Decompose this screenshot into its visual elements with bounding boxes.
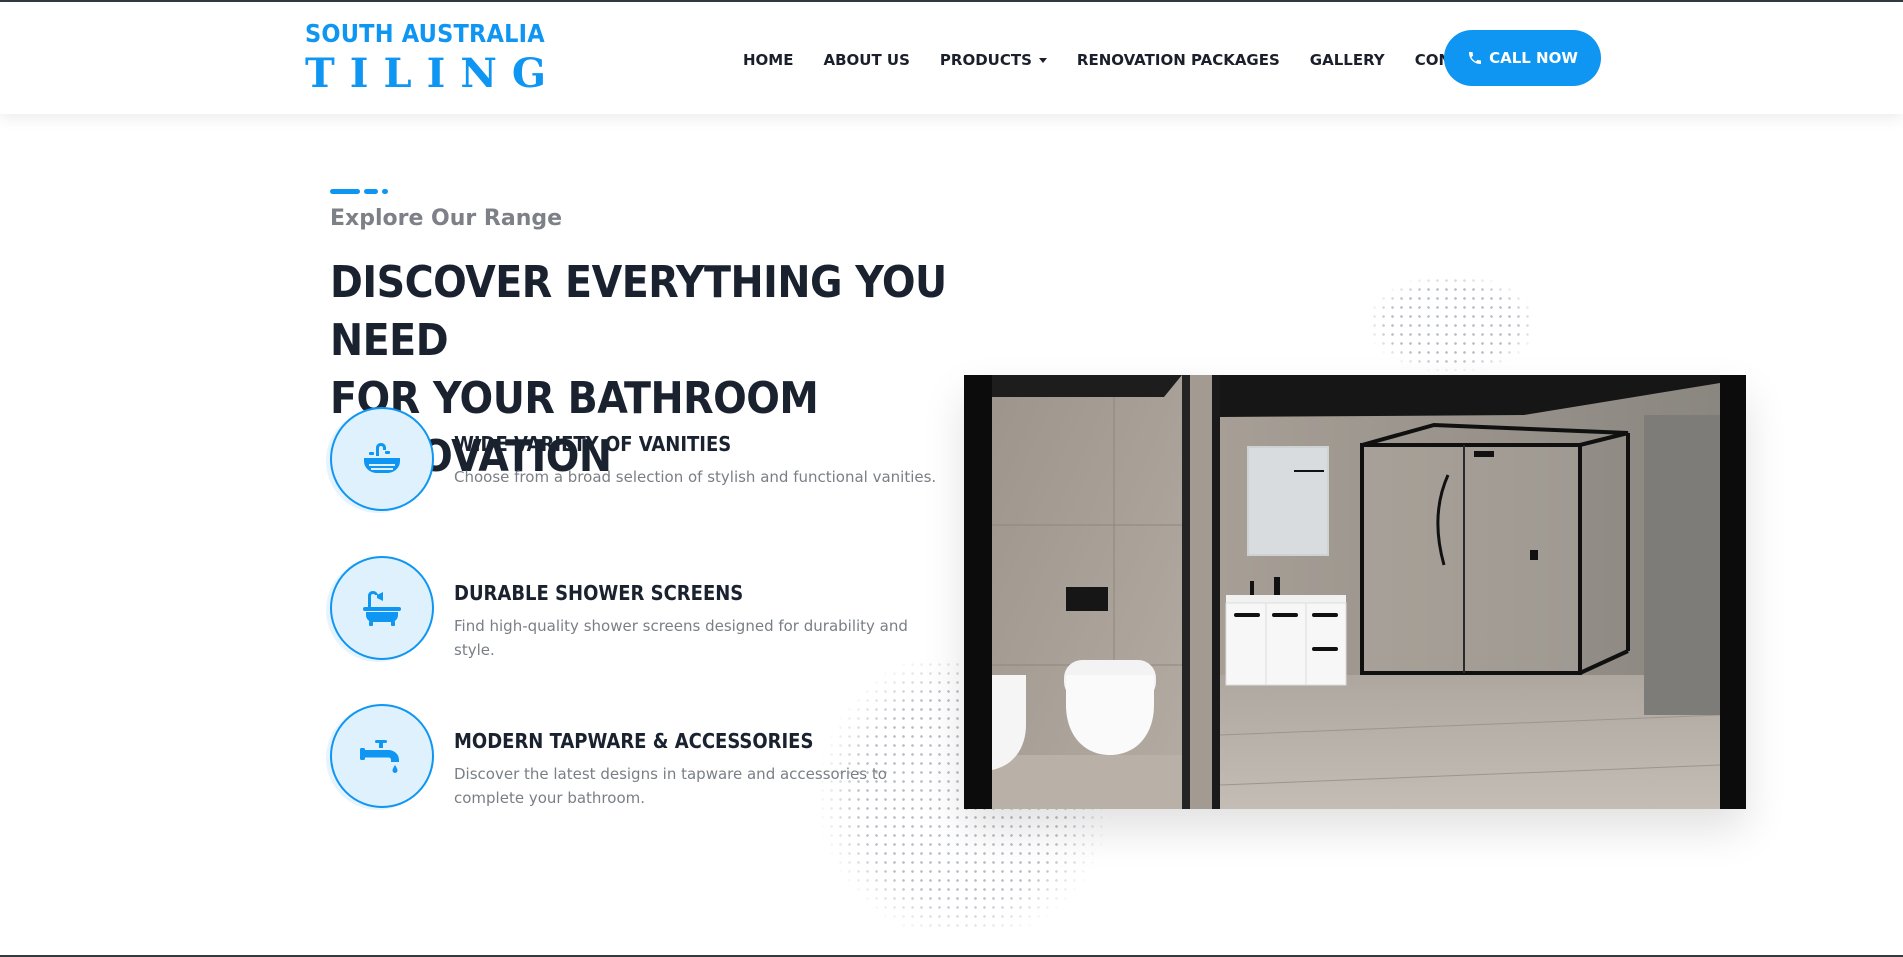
chevron-down-icon [1038, 57, 1047, 63]
feature-description: Choose from a broad selection of stylish… [454, 468, 937, 486]
feature-icon-circle [330, 704, 434, 808]
brand-line2: TILING [305, 50, 562, 97]
site-header: SOUTH AUSTRALIA TILING HOME ABOUT US PRO… [0, 2, 1903, 114]
feature-icon-circle [330, 407, 434, 511]
bathroom-interior-photo [964, 375, 1746, 809]
feature-title: DURABLE SHOWER SCREENS [454, 581, 744, 605]
bathtub-shower-icon [363, 591, 401, 626]
feature-icon-circle [330, 556, 434, 660]
feature-description: Find high-quality shower screens designe… [454, 617, 908, 659]
bathroom-illustration [964, 375, 1746, 809]
feature-description: Discover the latest designs in tapware a… [454, 765, 887, 807]
nav-label: ABOUT US [823, 51, 910, 69]
call-now-label: CALL NOW [1489, 49, 1578, 67]
brand-logo[interactable]: SOUTH AUSTRALIA TILING [305, 20, 561, 96]
feature-title: MODERN TAPWARE & ACCESSORIES [454, 729, 814, 753]
nav-item-about-us[interactable]: ABOUT US [823, 51, 909, 69]
faucet-icon [360, 740, 399, 773]
main-nav: HOME ABOUT US PRODUCTS RENOVATION PACKAG… [743, 32, 1523, 88]
nav-item-gallery[interactable]: GALLERY [1310, 51, 1385, 69]
dot-pattern-decoration [1370, 276, 1535, 371]
nav-label: HOME [743, 51, 794, 69]
section-eyebrow: Explore Our Range [330, 206, 563, 231]
phone-icon [1469, 52, 1482, 64]
nav-label: RENOVATION PACKAGES [1076, 51, 1280, 69]
call-now-button[interactable]: CALL NOW [1444, 30, 1601, 86]
brand-line1: SOUTH AUSTRALIA [305, 19, 545, 48]
vanity-sink-icon [364, 443, 400, 473]
nav-item-home[interactable]: HOME [743, 51, 793, 69]
nav-label: GALLERY [1309, 51, 1385, 69]
feature-title: WIDE VARIETY OF VANITIES [454, 432, 732, 456]
feature-vanities: WIDE VARIETY OF VANITIES Choose from a b… [330, 407, 950, 517]
accent-dashes [330, 189, 388, 194]
nav-label: PRODUCTS [939, 51, 1032, 69]
feature-tapware: MODERN TAPWARE & ACCESSORIES Discover th… [330, 704, 950, 814]
heading-line: DISCOVER EVERYTHING YOU NEED [330, 257, 947, 366]
nav-item-products[interactable]: PRODUCTS [940, 51, 1047, 69]
nav-item-renovation-packages[interactable]: RENOVATION PACKAGES [1077, 51, 1280, 69]
feature-shower-screens: DURABLE SHOWER SCREENS Find high-quality… [330, 556, 950, 666]
